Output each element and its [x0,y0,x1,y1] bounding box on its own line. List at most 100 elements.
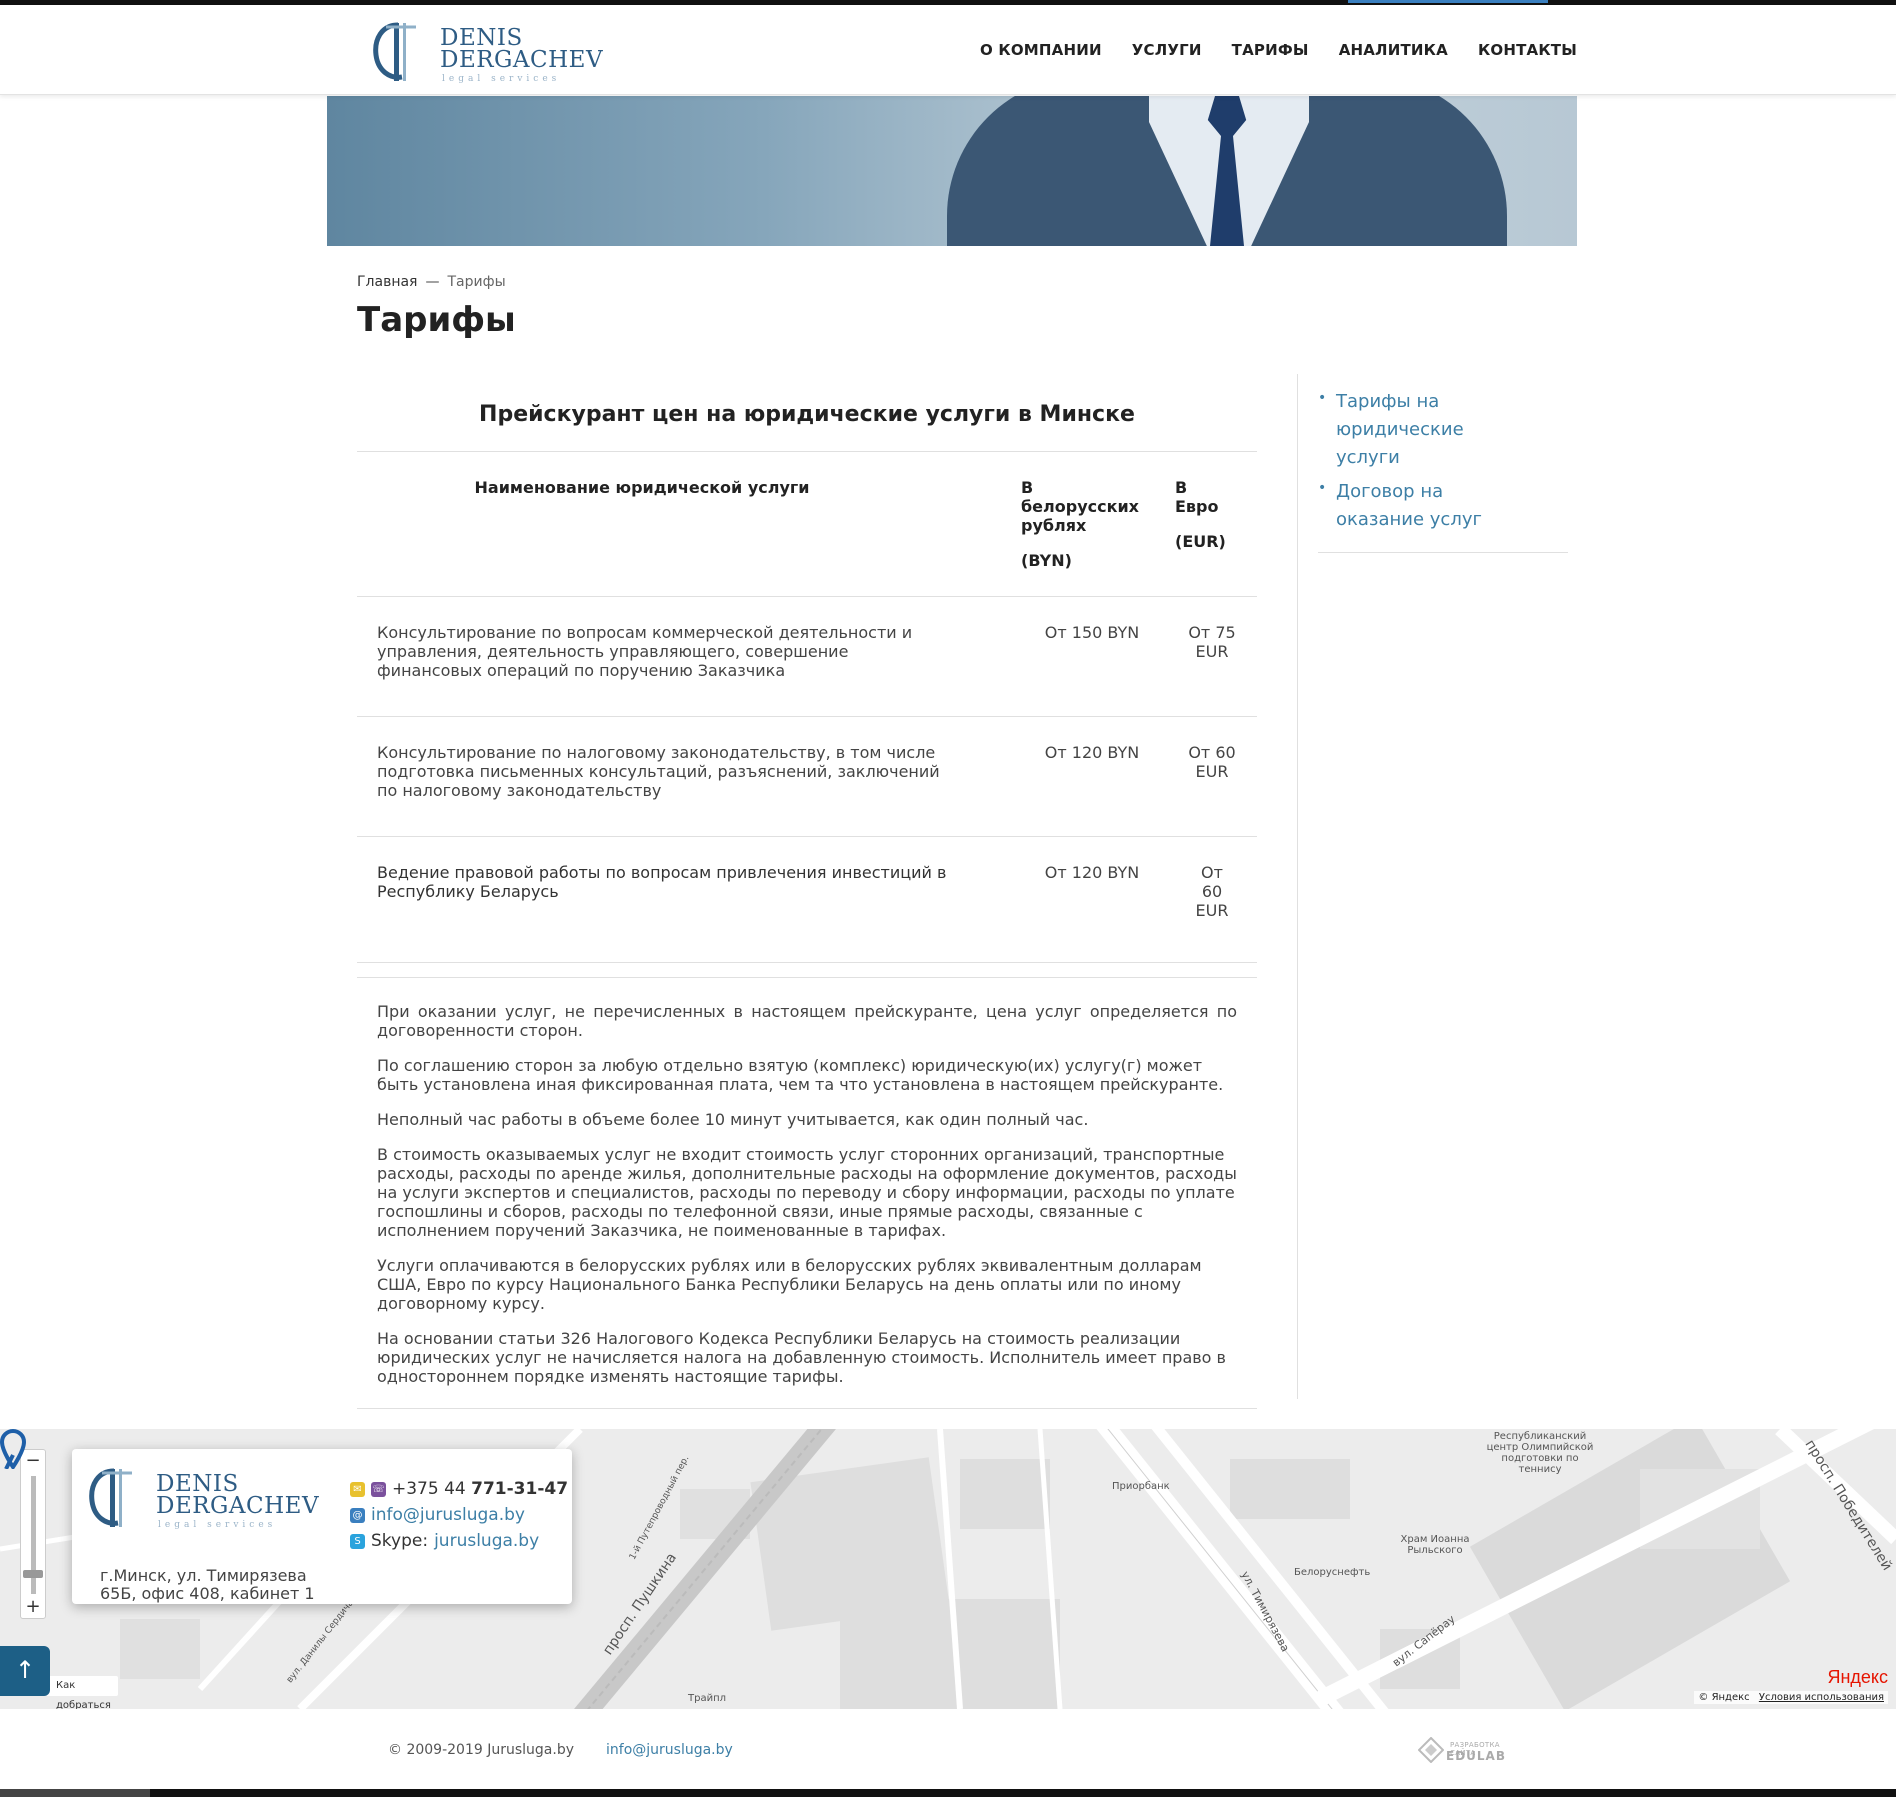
note-paragraph: При оказании услуг, не перечисленных в н… [377,1002,1237,1040]
yandex-logo-text: Яндекс [1827,1667,1888,1687]
logo-name-line1: DENIS [156,1471,239,1497]
map-poi-label: Белоруснефть [1294,1567,1371,1578]
viber-icon: ☏ [371,1481,386,1497]
email-icon: @ [350,1507,365,1523]
site-footer: © 2009-2019 Jurusluga.by info@jurusluga.… [0,1709,1896,1789]
sidebar-link-tariffs[interactable]: Тарифы на юридические услуги [1336,391,1464,468]
site-header: DENIS DERGACHEV legal services О КОМПАНИ… [0,5,1896,95]
phone-row: ✉ ☏ +375 44 771-31-47 [350,1479,568,1499]
breadcrumb: Главная — Тарифы [357,274,506,290]
price-notes: При оказании услуг, не перечисленных в н… [357,977,1257,1409]
footer-email-link[interactable]: info@jurusluga.by [606,1742,733,1758]
zoom-in-button[interactable]: + [21,1596,45,1618]
telegram-icon: ✉ [350,1481,365,1497]
yandex-logo[interactable]: Яндекс [1827,1667,1888,1688]
phone-prefix: +375 44 [392,1479,466,1499]
sidebar: Тарифы на юридические услуги Договор на … [1318,388,1568,553]
price-list-title: Прейскурант цен на юридические услуги в … [357,380,1257,452]
service-name: Ведение правовой работы по вопросам прив… [357,836,1017,963]
table-row: Консультирование по вопросам коммерческо… [357,596,1257,717]
email-link[interactable]: info@jurusluga.by [371,1505,525,1525]
header-byn-code: (BYN) [1021,551,1072,570]
logo-name-line2: DERGACHEV [156,1493,320,1519]
logo-name: DENIS DERGACHEV [156,1471,320,1519]
price-eur: От 60 EUR [1167,716,1257,837]
map-location-pin-icon[interactable] [0,1429,26,1469]
price-table: Наименование юридической услуги В белору… [357,452,1257,963]
card-logo: DENIS DERGACHEV legal services [86,1465,319,1531]
main-nav: О КОМПАНИИ УСЛУГИ ТАРИФЫ АНАЛИТИКА КОНТА… [980,41,1577,59]
note-paragraph: Неполный час работы в объеме более 10 ми… [377,1110,1089,1129]
sidebar-link-line: оказание услуг [1336,509,1482,530]
zoom-slider-handle[interactable] [23,1570,43,1578]
price-eur: От 75 EUR [1167,596,1257,717]
table-row: Консультирование по налоговому законодат… [357,716,1257,837]
page-title: Тарифы [357,300,516,340]
skype-label: Skype: [371,1531,429,1551]
header-eur-code: (EUR) [1175,532,1226,551]
horizontal-scrollbar[interactable] [0,1789,1896,1797]
map-poi-label: Храм Иоанна Рыльского [1400,1534,1470,1556]
nav-contacts[interactable]: КОНТАКТЫ [1478,41,1577,59]
developer-logo-icon [1418,1737,1444,1763]
note-paragraph: В стоимость оказываемых услуг не входит … [377,1145,1237,1240]
header-byn-line3: рублях [1021,516,1087,535]
header-eur: В Евро (EUR) [1167,452,1257,597]
sidebar-link-line: услуги [1336,447,1400,468]
map-zoom-control: − + [20,1449,46,1619]
price-byn: От 120 BYN [1017,716,1167,837]
map-terms-link[interactable]: Условия использования [1759,1692,1884,1703]
office-address: г.Минск, ул. Тимирязева 65Б, офис 408, к… [100,1567,320,1603]
nav-tariffs[interactable]: ТАРИФЫ [1232,41,1309,59]
top-accent-line [1348,0,1548,3]
contact-list: ✉ ☏ +375 44 771-31-47 @ info@jurusluga.b… [350,1479,568,1557]
service-name: Консультирование по вопросам коммерческо… [357,596,1017,717]
header-eur-line1: В [1175,478,1188,497]
sidebar-link-contract[interactable]: Договор на оказание услуг [1336,481,1482,530]
price-byn: От 150 BYN [1017,596,1167,717]
nav-analytics[interactable]: АНАЛИТИКА [1339,41,1448,59]
scroll-to-top-button[interactable]: ↑ [0,1646,50,1696]
map-copyright-text: © Яндекс [1698,1692,1750,1703]
header-service-name: Наименование юридической услуги [357,452,1017,597]
logo-name: DENIS DERGACHEV [440,25,603,72]
sidebar-link-line: Тарифы на [1336,391,1440,412]
contact-card: DENIS DERGACHEV legal services г.Минск, … [72,1449,572,1604]
phone-number: 771-31-47 [471,1479,569,1499]
note-paragraph: По соглашению сторон за любую отдельно в… [377,1056,1224,1094]
map-poi-label: Трайпл [688,1693,727,1704]
nav-about[interactable]: О КОМПАНИИ [980,41,1102,59]
note-paragraph: На основании статьи 326 Налогового Кодек… [377,1329,1226,1386]
table-row: Ведение правовой работы по вопросам прив… [357,836,1257,963]
skype-link[interactable]: jurusluga.by [434,1531,539,1551]
map-poi-label: Приорбанк [1112,1481,1170,1492]
breadcrumb-home[interactable]: Главная [357,274,417,290]
sidebar-item-contract: Договор на оказание услуг [1318,478,1568,534]
skype-row: S Skype: jurusluga.by [350,1531,568,1551]
price-byn: От 120 BYN [1017,836,1167,963]
note-paragraph: Услуги оплачиваются в белорусских рублях… [377,1256,1202,1313]
logo-tagline: legal services [442,74,561,84]
site-logo[interactable]: DENIS DERGACHEV legal services [370,19,603,85]
address-line2: 65Б, офис 408, кабинет 1 [100,1584,315,1603]
horizontal-scrollbar-thumb[interactable] [0,1789,150,1797]
route-button[interactable]: Как добраться [40,1676,118,1709]
header-byn-gap [1021,535,1167,551]
email-row: @ info@jurusluga.by [350,1505,568,1525]
developer-logo[interactable]: РАЗРАБОТКА САЙТА EDULAB [1418,1737,1518,1765]
address-line1: г.Минск, ул. Тимирязева [100,1566,307,1585]
nav-services[interactable]: УСЛУГИ [1132,41,1202,59]
sidebar-link-line: юридические [1336,419,1464,440]
breadcrumb-separator: — [425,274,440,290]
logo-mark-icon [89,1468,132,1527]
location-map[interactable]: просп. Пушкина ул. Тимирязева вул. Сапёр… [0,1429,1896,1709]
header-eur-gap [1175,516,1257,532]
hero-banner [327,96,1577,246]
phone-link[interactable]: +375 44 771-31-47 [392,1479,568,1499]
header-byn-line2: белорусских [1021,497,1139,516]
sidebar-link-line: Договор на [1336,481,1444,502]
logo-name-line1: DENIS [440,25,523,51]
skype-icon: S [350,1533,365,1549]
header-byn-line1: В [1021,478,1034,497]
breadcrumb-current: Тарифы [447,274,506,290]
